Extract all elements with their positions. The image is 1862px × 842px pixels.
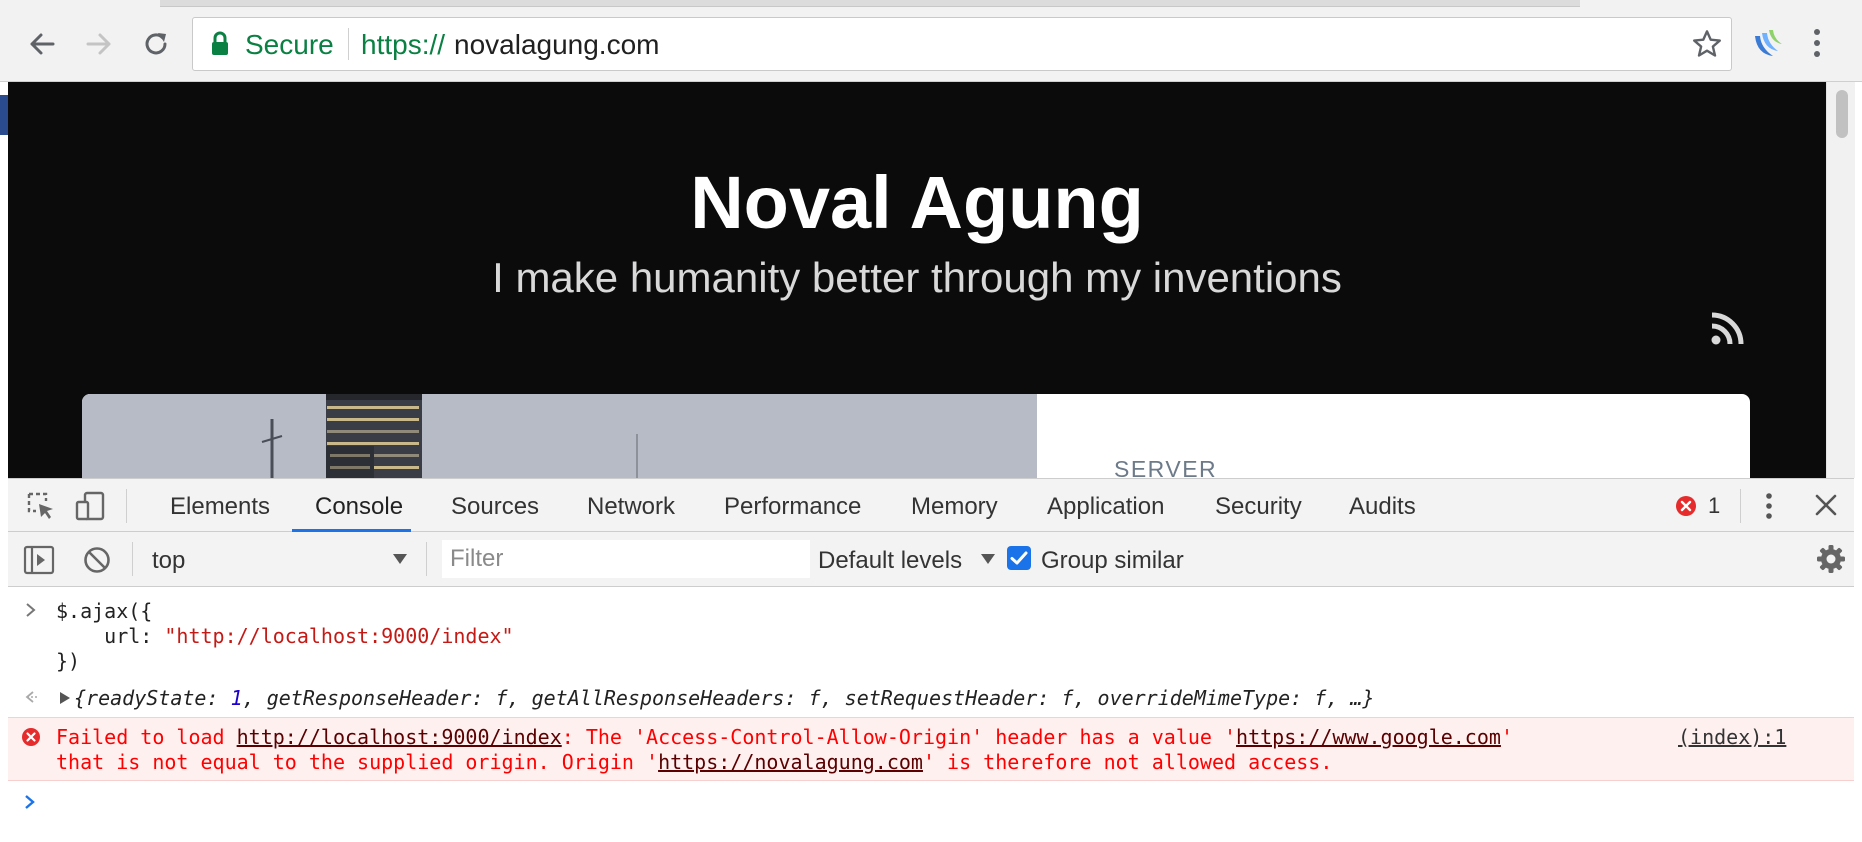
- input-chevron-icon: [26, 603, 36, 617]
- toolbar-divider: [132, 542, 133, 576]
- tab-memory[interactable]: Memory: [911, 493, 998, 521]
- context-selector[interactable]: top: [152, 547, 185, 575]
- back-arrow-icon: [30, 33, 55, 55]
- tab-divider: [1740, 489, 1741, 523]
- address-divider: [348, 28, 349, 60]
- show-sidebar-icon[interactable]: [23, 545, 55, 575]
- console-output[interactable]: $.ajax({ url: "http://localhost:9000/ind…: [8, 587, 1854, 842]
- console-toolbar: top Default levels Group similar: [8, 532, 1854, 587]
- console-error-message: Failed to load http://localhost:9000/ind…: [8, 717, 1854, 781]
- group-similar-checkbox[interactable]: [1007, 546, 1031, 570]
- post-thumbnail: [82, 394, 1037, 478]
- window-edge: [0, 95, 8, 135]
- tab-audits[interactable]: Audits: [1349, 493, 1416, 521]
- page-scrollbar[interactable]: [1826, 82, 1855, 478]
- back-button[interactable]: [22, 24, 62, 64]
- post-card[interactable]: SERVER: [82, 394, 1750, 478]
- url-scheme: https://: [361, 29, 446, 60]
- close-devtools-icon[interactable]: [1814, 493, 1838, 517]
- error-url-link[interactable]: https://www.google.com: [1236, 725, 1501, 749]
- browser-menu-icon[interactable]: [1807, 26, 1827, 60]
- security-label: Secure: [245, 29, 334, 60]
- error-text: ': [1500, 725, 1513, 749]
- page-viewport: Noval Agung I make humanity better throu…: [8, 82, 1826, 478]
- tab-network[interactable]: Network: [587, 493, 675, 521]
- url-host: novalagung.com: [454, 29, 660, 60]
- filter-input[interactable]: [442, 540, 810, 578]
- devtools-tab-bar: Elements Console Sources Network Perform…: [8, 478, 1854, 532]
- console-input-line: $.ajax({: [56, 599, 153, 623]
- extension-icon[interactable]: [1751, 26, 1785, 60]
- error-count-icon[interactable]: [1675, 495, 1697, 517]
- error-url-link[interactable]: https://novalagung.com: [658, 750, 923, 774]
- tab-elements[interactable]: Elements: [170, 493, 270, 521]
- toolbar-divider: [426, 542, 427, 576]
- tab-security[interactable]: Security: [1215, 493, 1302, 521]
- error-source-link[interactable]: (index):1: [1678, 725, 1786, 749]
- error-line-1: Failed to load http://localhost:9000/ind…: [56, 725, 1513, 749]
- error-text: ' is therefore not allowed access.: [922, 750, 1333, 774]
- group-similar-label[interactable]: Group similar: [1041, 547, 1184, 575]
- lock-icon: [212, 31, 228, 55]
- console-result[interactable]: {readyState: 1, getResponseHeader: f, ge…: [74, 686, 1374, 710]
- reload-button[interactable]: [136, 24, 176, 64]
- device-toolbar-icon[interactable]: [74, 490, 106, 522]
- console-prompt-icon[interactable]: [24, 794, 36, 810]
- expand-triangle-icon[interactable]: [59, 691, 71, 705]
- checkmark-icon: [1010, 551, 1028, 565]
- result-rest: , getResponseHeader: f, getAllResponseHe…: [242, 686, 1375, 710]
- tab-divider: [126, 489, 127, 523]
- city-buildings-image: [82, 394, 1037, 478]
- browser-toolbar: Secure https:// novalagung.com: [0, 0, 1862, 82]
- scrollbar-thumb[interactable]: [1836, 90, 1848, 138]
- rss-feed-icon[interactable]: [1710, 312, 1744, 346]
- address-bar[interactable]: Secure https:// novalagung.com: [192, 17, 1732, 71]
- console-input-line: }): [56, 649, 81, 673]
- console-input-line: url: "http://localhost:9000/index": [56, 624, 514, 648]
- error-icon: [22, 728, 40, 746]
- gear-icon[interactable]: [1816, 544, 1846, 574]
- result-value: 1: [230, 686, 243, 710]
- result-colon: :: [206, 686, 231, 710]
- chevron-down-icon[interactable]: [980, 553, 996, 565]
- forward-arrow-icon: [86, 33, 111, 55]
- error-text: that is not equal to the supplied origin…: [56, 750, 659, 774]
- tab-application[interactable]: Application: [1047, 493, 1164, 521]
- site-title: Noval Agung: [690, 161, 1144, 244]
- devtools-menu-icon[interactable]: [1760, 491, 1778, 521]
- object-key: url:: [56, 624, 165, 648]
- result-key: readyState: [86, 686, 207, 710]
- log-levels-dropdown[interactable]: Default levels: [818, 547, 962, 575]
- site-tagline: I make humanity better through my invent…: [492, 254, 1342, 301]
- error-line-2: that is not equal to the supplied origin…: [56, 750, 1332, 774]
- string-literal: "http://localhost:9000/index": [164, 624, 514, 648]
- tab-sources[interactable]: Sources: [451, 493, 539, 521]
- result-brace: {: [74, 686, 87, 710]
- tab-strip: [160, 0, 1580, 7]
- tab-console[interactable]: Console: [315, 493, 403, 521]
- error-text: Failed to load: [56, 725, 237, 749]
- inspect-element-icon[interactable]: [26, 491, 56, 521]
- tab-performance[interactable]: Performance: [724, 493, 861, 521]
- clear-console-icon[interactable]: [82, 545, 112, 575]
- reload-icon: [145, 33, 167, 55]
- error-count[interactable]: 1: [1708, 493, 1720, 519]
- error-url-link[interactable]: http://localhost:9000/index: [237, 725, 562, 749]
- post-category[interactable]: SERVER: [1114, 456, 1217, 478]
- bookmark-star-icon[interactable]: [1691, 28, 1723, 60]
- result-arrow-icon: [25, 691, 39, 703]
- chevron-down-icon[interactable]: [392, 553, 408, 565]
- error-text: : The 'Access-Control-Allow-Origin' head…: [561, 725, 1237, 749]
- forward-button[interactable]: [79, 24, 119, 64]
